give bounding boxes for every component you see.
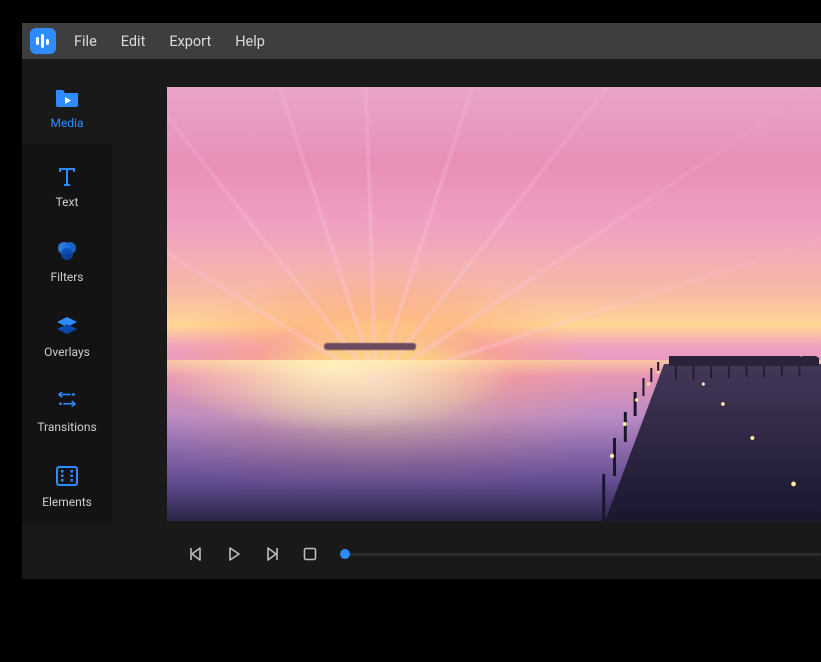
sidebar-item-elements[interactable]: Elements (22, 448, 112, 523)
playhead-track[interactable] (345, 553, 821, 556)
stop-button[interactable] (299, 543, 321, 565)
sidebar-item-label: Filters (50, 270, 83, 284)
app-logo-icon (35, 34, 51, 48)
media-folder-icon (54, 84, 80, 110)
sidebar-item-media[interactable]: Media (22, 69, 112, 144)
preview-frame-land (324, 343, 416, 350)
next-frame-icon (263, 545, 281, 563)
text-icon (54, 163, 80, 189)
player-controls (167, 539, 821, 569)
sidebar-item-label: Media (50, 116, 83, 130)
menu-help[interactable]: Help (235, 33, 265, 50)
sidebar-item-filters[interactable]: Filters (22, 223, 112, 298)
app-logo[interactable] (30, 28, 56, 54)
transitions-icon (54, 388, 80, 414)
elements-icon (54, 463, 80, 489)
stop-icon (302, 546, 318, 562)
menu-edit[interactable]: Edit (121, 33, 146, 50)
workspace: Media Text (22, 59, 821, 579)
preview-frame-pier (409, 356, 821, 521)
prev-frame-button[interactable] (185, 543, 207, 565)
window-shadow (40, 582, 781, 642)
menu-export[interactable]: Export (169, 33, 211, 50)
next-frame-button[interactable] (261, 543, 283, 565)
playhead-dot[interactable] (340, 549, 350, 559)
sidebar: Media Text (22, 59, 112, 579)
sidebar-rest: Text Filters (22, 144, 112, 523)
sidebar-item-label: Transitions (37, 420, 96, 434)
sidebar-item-transitions[interactable]: Transitions (22, 373, 112, 448)
app-window: File Edit Export Help Media (0, 0, 821, 662)
play-button[interactable] (223, 543, 245, 565)
sidebar-item-overlays[interactable]: Overlays (22, 298, 112, 373)
sidebar-item-label: Text (56, 195, 79, 209)
prev-frame-icon (187, 545, 205, 563)
play-icon (225, 545, 243, 563)
filters-icon (54, 238, 80, 264)
overlays-icon (54, 313, 80, 339)
menu-file[interactable]: File (74, 33, 97, 50)
preview-viewport[interactable] (167, 87, 821, 521)
sidebar-item-text[interactable]: Text (22, 148, 112, 223)
sidebar-item-label: Overlays (44, 345, 90, 359)
sidebar-item-label: Elements (42, 495, 92, 509)
menubar: File Edit Export Help (22, 23, 821, 59)
